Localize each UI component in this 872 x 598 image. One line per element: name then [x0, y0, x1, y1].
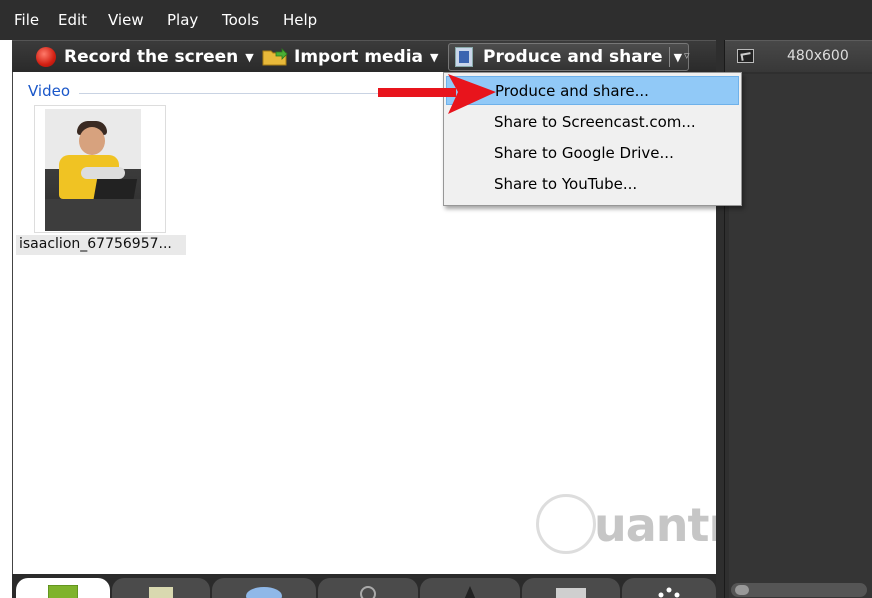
- menu-tools[interactable]: Tools: [222, 11, 259, 29]
- menu-help[interactable]: Help: [283, 11, 317, 29]
- resolution-label: 480x600: [787, 48, 849, 64]
- film-strip-icon: [47, 584, 79, 598]
- import-media-label: Import media: [294, 47, 424, 67]
- bottom-tab-strip: [12, 574, 716, 598]
- tab-callouts[interactable]: [212, 578, 316, 598]
- produce-icon: [455, 47, 473, 67]
- toolbar: Record the screen ▼ Import media ▼ Produ…: [12, 40, 716, 72]
- produce-dropdown-toggle[interactable]: ▼: [668, 47, 683, 67]
- preview-panel: 480x600: [724, 40, 872, 598]
- tab-zoom[interactable]: [318, 578, 418, 598]
- transition-icon: [556, 584, 586, 598]
- toolbar-overflow-icon[interactable]: ▿: [684, 49, 690, 62]
- camtasia-window: File Edit View Play Tools Help Record th…: [0, 0, 872, 598]
- chevron-down-icon: ▼: [673, 50, 683, 64]
- preview-header: 480x600: [725, 40, 872, 72]
- lightbulb-icon: [536, 494, 596, 554]
- video-section-label: Video: [28, 82, 71, 100]
- produce-share-button[interactable]: Produce and share ▼: [448, 43, 690, 71]
- scrubber-handle[interactable]: [735, 585, 749, 595]
- tab-more[interactable]: [622, 578, 716, 598]
- resize-icon[interactable]: [737, 49, 754, 63]
- chevron-down-icon: ▼: [430, 50, 439, 64]
- menu-bar: File Edit View Play Tools Help: [0, 0, 872, 40]
- menu-view[interactable]: View: [108, 11, 144, 29]
- record-screen-label: Record the screen: [64, 47, 239, 67]
- record-screen-button[interactable]: Record the screen ▼: [36, 41, 254, 73]
- folder-import-icon: [262, 48, 288, 66]
- callout-icon: [244, 584, 284, 598]
- produce-share-label: Produce and share: [483, 47, 663, 67]
- more-dots-icon: [657, 584, 681, 598]
- tab-audio[interactable]: [420, 578, 520, 598]
- red-arrow-annotation: [378, 74, 496, 114]
- menu-item-share-google-drive[interactable]: Share to Google Drive...: [446, 139, 739, 168]
- preview-canvas: [729, 74, 872, 598]
- clip-name-label: isaaclion_67756957...: [16, 235, 186, 255]
- menu-edit[interactable]: Edit: [58, 11, 87, 29]
- menu-play[interactable]: Play: [167, 11, 198, 29]
- tab-transitions[interactable]: [522, 578, 620, 598]
- record-icon: [36, 47, 56, 67]
- menu-file[interactable]: File: [14, 11, 39, 29]
- menu-item-share-youtube[interactable]: Share to YouTube...: [446, 170, 739, 199]
- video-thumbnail-image: [45, 109, 141, 231]
- magnifier-icon: [358, 584, 378, 598]
- tab-clip-bin[interactable]: [16, 578, 110, 598]
- preview-scrubber[interactable]: [731, 583, 867, 597]
- chevron-down-icon: ▼: [245, 50, 254, 64]
- tab-library[interactable]: [112, 578, 210, 598]
- audio-icon: [462, 584, 478, 598]
- clip-thumbnail[interactable]: [34, 105, 166, 233]
- import-media-button[interactable]: Import media ▼: [262, 41, 439, 73]
- library-icon: [147, 584, 175, 598]
